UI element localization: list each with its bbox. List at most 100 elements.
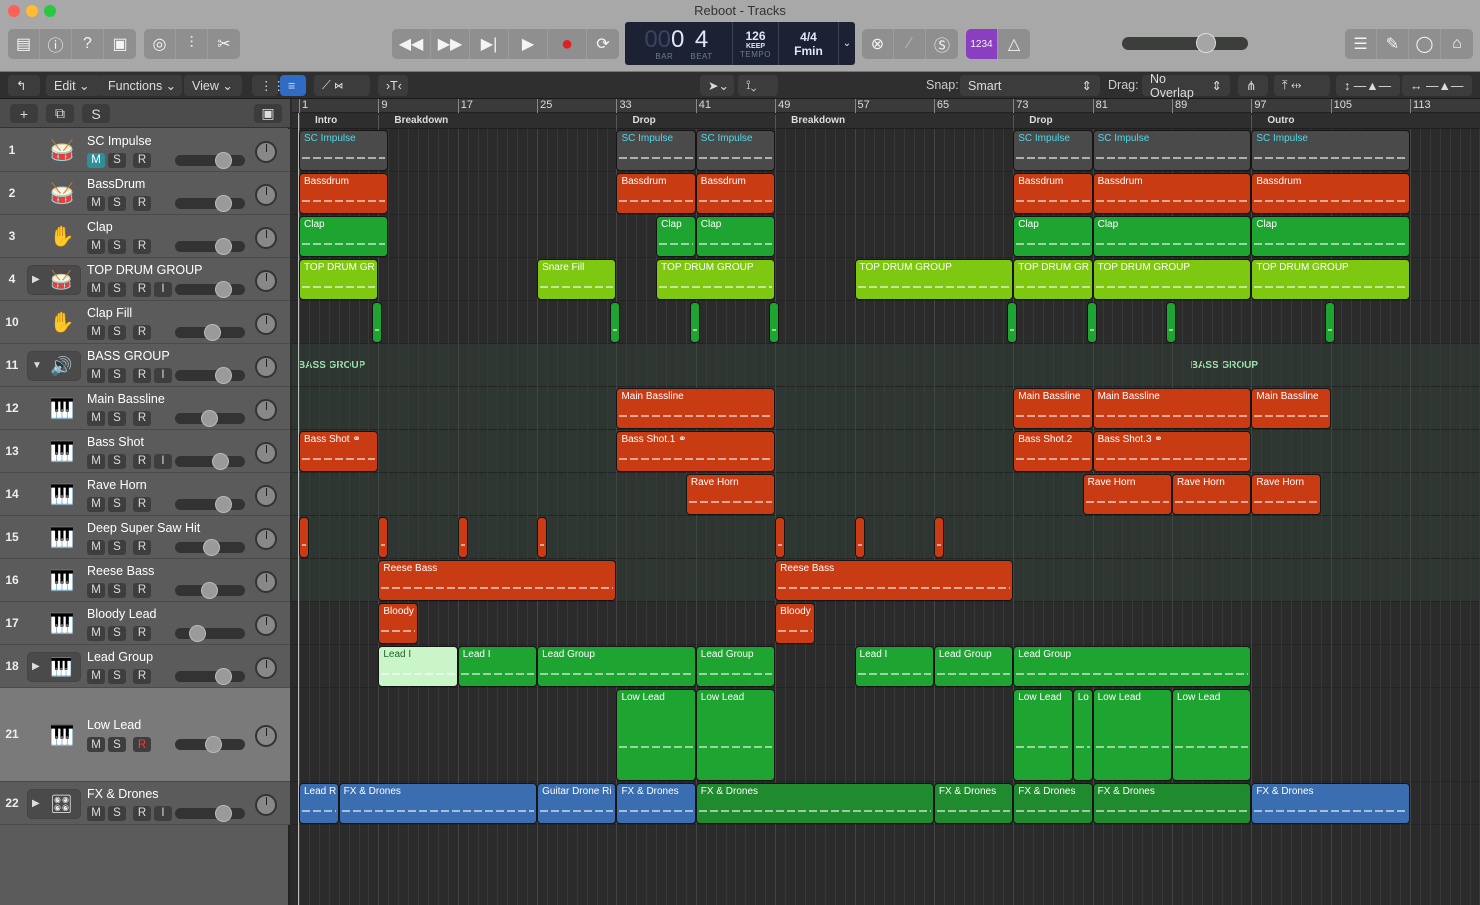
volume-fader-knob[interactable] [205, 736, 223, 753]
region[interactable]: Main Bassline [616, 388, 776, 429]
marker[interactable]: Intro [299, 115, 337, 129]
region[interactable]: Lead Group [1013, 646, 1252, 687]
disclosure-open-icon[interactable]: ▼ [32, 360, 42, 371]
region[interactable]: Bassdrum [1251, 173, 1411, 214]
volume-fader[interactable] [175, 581, 245, 599]
region[interactable]: Bassdrum [695, 173, 776, 214]
marker[interactable]: Breakdown [378, 115, 448, 129]
pan-knob[interactable] [255, 183, 277, 206]
folder-stack[interactable]: ▶ 🎛 [27, 788, 81, 819]
pan-knob[interactable] [255, 398, 277, 421]
pan-knob[interactable] [255, 613, 277, 636]
record-enable-button[interactable]: R [133, 582, 151, 598]
region[interactable]: Bass Shot.2 [1013, 431, 1093, 472]
region[interactable] [378, 517, 389, 558]
track-18[interactable]: 18 ▶ 🎹 Lead Group M S R [0, 645, 290, 688]
record-enable-button[interactable]: R [133, 625, 151, 641]
region[interactable]: Bloody [378, 603, 419, 644]
volume-fader[interactable] [175, 736, 245, 753]
region[interactable] [1166, 302, 1176, 343]
folder-stack[interactable]: ▼ 🔊 [27, 350, 81, 381]
pan-knob[interactable] [255, 484, 277, 507]
volume-fader[interactable] [175, 538, 245, 556]
region[interactable] [769, 302, 780, 343]
input-monitor-button[interactable]: I [154, 281, 172, 297]
region[interactable]: Main Bassline [1092, 388, 1252, 429]
volume-fader-knob[interactable] [215, 667, 233, 685]
mute-button[interactable]: M [87, 539, 105, 555]
region[interactable]: Lead I [457, 646, 538, 687]
volume-fader[interactable] [175, 280, 245, 298]
track-3[interactable]: 3 ✋ Clap M S R [0, 215, 290, 258]
folder-stack[interactable]: ▶ 🥁 [27, 264, 81, 295]
record-enable-button[interactable]: R [133, 737, 151, 752]
region[interactable] [610, 302, 621, 343]
master-volume-slider[interactable] [1122, 33, 1248, 53]
fit-zoom-icon[interactable]: ⤒ ⇹ [1274, 75, 1330, 96]
region[interactable]: Lead Group [537, 646, 696, 687]
volume-fader[interactable] [175, 323, 245, 341]
solo-button[interactable]: S [108, 410, 126, 426]
mute-button[interactable]: M [87, 410, 105, 426]
volume-fader[interactable] [175, 237, 245, 255]
back-icon[interactable]: ↰ [8, 75, 40, 96]
solo-button[interactable]: S [108, 195, 126, 211]
info-icon[interactable]: ⓘ [40, 29, 72, 59]
marker[interactable]: Drop [1013, 115, 1053, 129]
solo-button[interactable]: S [108, 625, 126, 641]
region[interactable]: FX & Drones [338, 783, 538, 824]
help-icon[interactable]: ? [72, 29, 104, 59]
pan-knob[interactable] [255, 312, 277, 335]
pan-knob[interactable] [255, 140, 277, 163]
grid-view-icon[interactable]: ⋮⋮ [252, 75, 285, 96]
record-enable-button[interactable]: R [133, 324, 151, 340]
note-pad-icon[interactable]: ✎ [1377, 29, 1409, 59]
region[interactable]: Lead I [854, 646, 934, 687]
pan-knob[interactable] [255, 226, 277, 249]
volume-fader[interactable] [175, 366, 245, 384]
duplicate-track-icon[interactable]: ⧉ [46, 104, 74, 123]
region[interactable]: Lead R [299, 783, 339, 824]
rewind-icon[interactable]: ◀◀ [392, 29, 431, 59]
track-2[interactable]: 2 🥁 BassDrum M S R [0, 172, 290, 215]
playhead[interactable] [298, 113, 299, 905]
track-11[interactable]: 11 ▼ 🔊 BASS GROUP M S R I [0, 344, 290, 387]
mixer-icon[interactable]: ⫶ [176, 29, 208, 59]
pan-knob[interactable] [255, 656, 277, 679]
solo-button[interactable]: S [108, 324, 126, 340]
region[interactable]: Bass Shot.3 ⚭ [1092, 431, 1252, 472]
region[interactable] [299, 517, 309, 558]
region[interactable]: Low Lead [1171, 689, 1252, 781]
region[interactable] [933, 517, 944, 558]
metronome-icon[interactable]: △ [998, 29, 1030, 59]
region[interactable]: Bass Shot.1 ⚭ [616, 431, 776, 472]
region[interactable]: Bassdrum [299, 173, 389, 214]
region[interactable]: Rave Horn [1082, 474, 1172, 515]
track-4[interactable]: 4 ▶ 🥁 TOP DRUM GROUP M S R I [0, 258, 290, 301]
view-menu[interactable]: View ⌄ [184, 75, 242, 96]
pan-knob[interactable] [255, 527, 277, 550]
region[interactable]: Low Lead [1013, 689, 1073, 781]
pan-knob[interactable] [255, 570, 277, 593]
track-10[interactable]: 10 ✋ Clap Fill M S R [0, 301, 290, 344]
library-icon[interactable]: ▤ [8, 29, 40, 59]
region[interactable] [689, 302, 700, 343]
waveform-zoom-icon[interactable]: ⋔ [1238, 75, 1268, 96]
volume-fader-knob[interactable] [188, 624, 206, 642]
volume-fader-knob[interactable] [204, 323, 222, 341]
global-solo-button[interactable]: S [82, 104, 110, 123]
region[interactable]: Rave Horn [1171, 474, 1252, 515]
region[interactable] [1324, 302, 1335, 343]
region[interactable]: Reese Bass [378, 560, 617, 601]
volume-fader-knob[interactable] [214, 495, 232, 513]
input-monitor-button[interactable]: I [154, 453, 172, 469]
solo-button[interactable]: S [108, 367, 126, 383]
volume-fader[interactable] [175, 452, 245, 470]
mute-button[interactable]: M [87, 195, 105, 211]
region[interactable]: SC Impulse [695, 130, 776, 171]
solo-button[interactable]: S [108, 539, 126, 555]
volume-fader[interactable] [175, 194, 245, 212]
browser-icon[interactable]: ⌂ [1441, 29, 1473, 59]
region[interactable]: TOP DRUM GROUP [1251, 259, 1411, 300]
mute-button[interactable]: M [87, 496, 105, 512]
